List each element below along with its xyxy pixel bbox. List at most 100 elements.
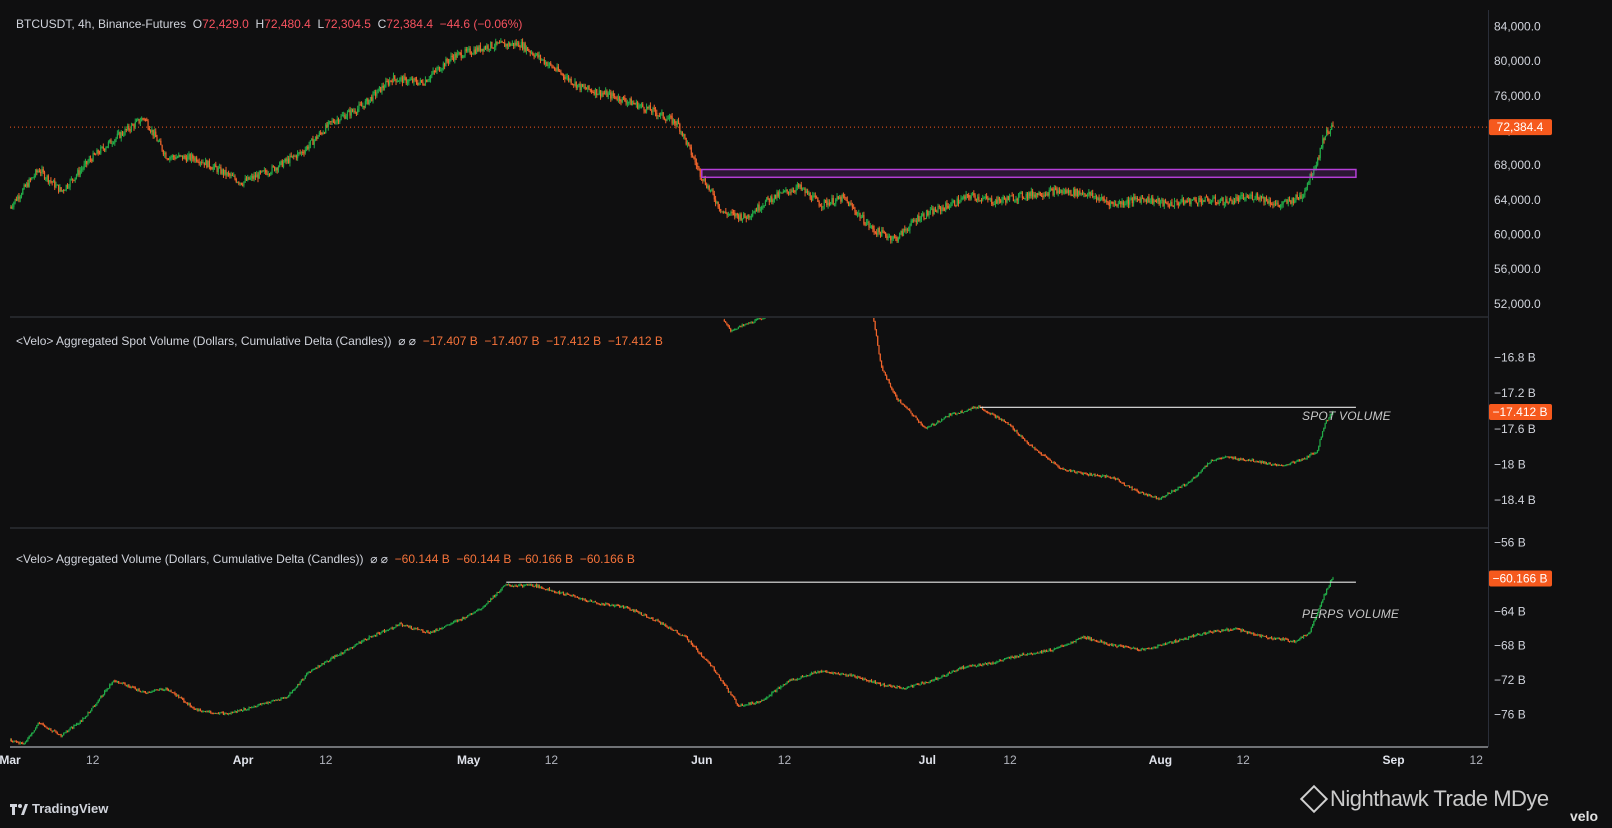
perp-candle <box>1106 643 1108 645</box>
perp-candle <box>484 604 487 606</box>
price-candle <box>447 61 450 63</box>
price-candle <box>864 223 866 225</box>
perp-candle <box>757 702 759 704</box>
price-candle <box>197 161 199 163</box>
perp-candle <box>504 585 506 587</box>
perp-candle <box>538 585 540 589</box>
perp-candle <box>433 630 435 632</box>
perp-candle <box>26 740 28 743</box>
price-candle <box>800 184 802 189</box>
price-candle <box>321 133 323 135</box>
price-candle <box>856 213 859 215</box>
perp-candle <box>220 712 222 714</box>
price-candle <box>853 207 855 209</box>
perp-candle <box>1120 645 1122 647</box>
perp-candle <box>910 685 912 687</box>
perp-candle <box>519 584 521 586</box>
spot-candle <box>1284 465 1287 467</box>
price-candle <box>59 187 61 192</box>
perp-candle <box>343 652 345 654</box>
perp-candle <box>544 589 547 591</box>
spot-candle <box>1012 426 1014 430</box>
perp-candle <box>523 585 525 587</box>
price-candle <box>1038 191 1040 196</box>
price-candle <box>879 232 882 237</box>
price-candle <box>529 51 531 53</box>
perp-candle <box>240 709 242 711</box>
perp-candle <box>226 713 228 715</box>
perp-candle <box>46 727 48 729</box>
perp-candle <box>835 672 837 674</box>
price-candle <box>854 208 856 212</box>
price-candle <box>367 98 369 105</box>
price-candle <box>611 93 613 99</box>
perp-candle <box>441 628 443 630</box>
perp-candle <box>987 662 989 665</box>
perp-candle <box>712 666 714 668</box>
spot-candle <box>1139 492 1141 494</box>
price-candle <box>409 79 411 81</box>
perp-candle <box>908 686 910 688</box>
price-candle <box>395 79 397 83</box>
price-candle <box>1259 195 1261 200</box>
perp-candle <box>892 685 894 687</box>
price-candle <box>867 221 869 223</box>
price-candle <box>501 41 503 43</box>
spot-candle <box>1318 446 1320 451</box>
perp-candle <box>709 663 712 666</box>
perp-candle <box>395 624 397 628</box>
perp-candle <box>498 591 501 593</box>
spot-candle <box>974 406 976 409</box>
spot-candle <box>730 328 732 332</box>
perp-candle <box>711 665 713 667</box>
price-candle <box>178 155 180 158</box>
price-candle <box>902 228 905 236</box>
price-candle <box>547 64 549 66</box>
perp-candle <box>922 682 924 684</box>
price-candle <box>343 114 345 116</box>
perp-candle <box>948 672 951 674</box>
perp-candle <box>171 692 173 694</box>
spot-candle <box>1319 439 1321 447</box>
perp-candle <box>689 641 691 643</box>
perp-candle <box>72 726 74 728</box>
price-candle <box>869 226 871 228</box>
perp-candle <box>268 702 271 704</box>
perp-candle <box>768 695 770 697</box>
spot-candle <box>1212 460 1214 462</box>
price-candle <box>712 189 714 194</box>
spot-candle <box>1079 471 1081 473</box>
perp-candle <box>413 628 415 630</box>
perp-candle <box>1021 653 1023 656</box>
price-candle <box>270 172 272 175</box>
spot-candle <box>1288 464 1290 466</box>
price-candle <box>753 212 755 214</box>
price-candle <box>1268 200 1270 204</box>
price-candle <box>994 199 997 205</box>
spot-candle <box>1195 476 1197 478</box>
price-candle <box>162 150 164 155</box>
perp-candle <box>184 701 186 703</box>
perp-candle <box>40 723 42 725</box>
price-candle <box>314 136 317 141</box>
spot-candle <box>952 413 954 415</box>
perp-candle <box>758 701 760 703</box>
perp-candle <box>753 703 755 705</box>
perp-candle <box>1170 641 1172 643</box>
price-candle <box>1245 196 1247 199</box>
perp-candle <box>460 619 462 621</box>
price-candle <box>1126 199 1128 204</box>
price-candle <box>1069 190 1071 193</box>
price-candle <box>919 219 921 221</box>
price-candle <box>1062 191 1064 193</box>
perp-candle <box>345 649 347 651</box>
price-candle <box>1306 183 1309 188</box>
perp-candle <box>444 626 446 628</box>
price-candle <box>606 90 608 97</box>
spot-candle <box>909 409 911 411</box>
price-candle <box>187 156 189 162</box>
perp-candle <box>1016 656 1018 658</box>
price-candle <box>412 79 414 83</box>
spot-candle <box>1015 430 1017 432</box>
perp-candle <box>830 672 832 674</box>
